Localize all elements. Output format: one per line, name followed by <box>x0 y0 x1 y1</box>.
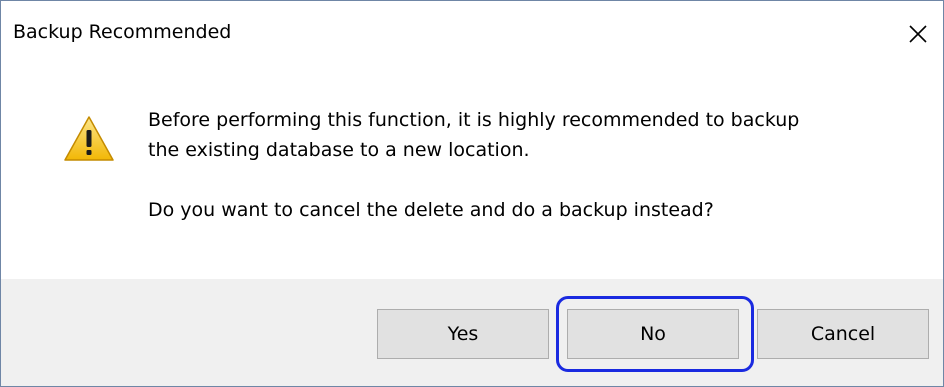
warning-icon <box>64 116 114 161</box>
button-bar: Yes No Cancel <box>1 279 943 386</box>
close-button[interactable] <box>893 1 943 67</box>
yes-button[interactable]: Yes <box>377 309 549 359</box>
dialog-content: Before performing this function, it is h… <box>1 67 943 279</box>
message-text: Before performing this function, it is h… <box>148 105 908 225</box>
backup-dialog: Backup Recommended Before performing thi… <box>0 0 944 387</box>
message-line-1: Before performing this function, it is h… <box>148 109 800 131</box>
question-text: Do you want to cancel the delete and do … <box>148 199 714 221</box>
title-bar: Backup Recommended <box>1 1 943 67</box>
message-line-2: the existing database to a new location. <box>148 139 530 161</box>
cancel-button[interactable]: Cancel <box>757 309 929 359</box>
dialog-title: Backup Recommended <box>13 21 232 43</box>
no-button[interactable]: No <box>567 309 739 359</box>
close-icon <box>909 25 927 43</box>
